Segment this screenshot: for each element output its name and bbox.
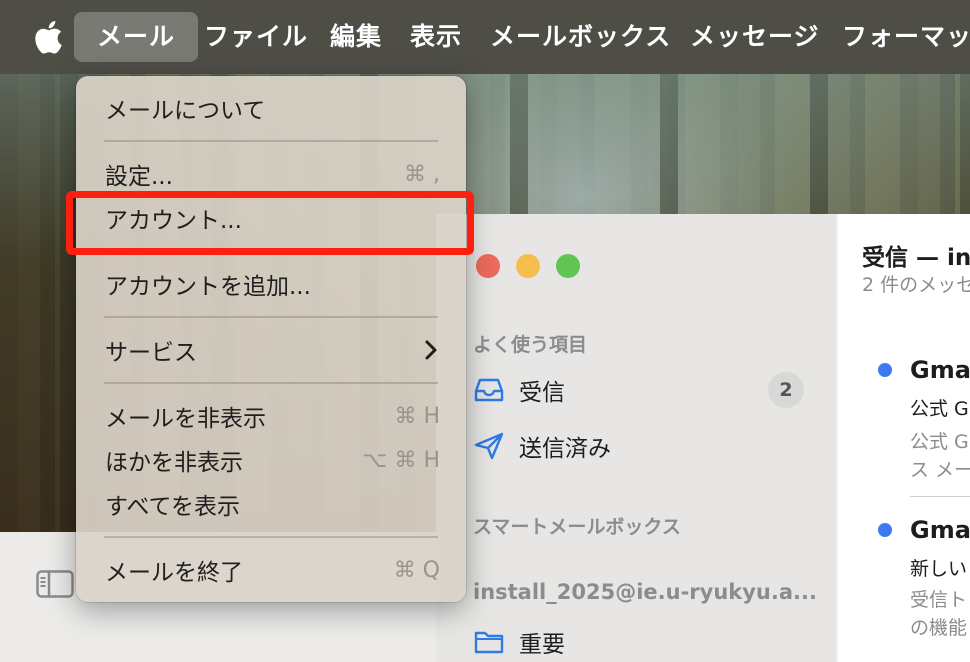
chevron-right-icon: [425, 340, 437, 360]
message-subject: 新しい: [910, 558, 968, 580]
menu-bar: メール ファイル 編集 表示 メールボックス メッセージ フォーマット: [0, 0, 970, 74]
menu-item-shortcut: ⌘ ,: [404, 161, 440, 187]
message-preview: の機能: [910, 617, 968, 639]
sidebar-toggle-icon[interactable]: [36, 570, 74, 598]
minimize-button[interactable]: [516, 254, 540, 278]
menubar-view[interactable]: 表示: [410, 12, 462, 62]
menu-item-label: ほかを非表示: [105, 450, 243, 476]
favorites-section-title: よく使う項目: [473, 334, 588, 356]
menubar-format[interactable]: フォーマット: [842, 12, 970, 62]
menubar-file[interactable]: ファイル: [204, 12, 308, 62]
sidebar-item-label: 重要: [519, 632, 565, 658]
message-count: 2 件のメッセ: [862, 274, 970, 296]
mail-window: よく使う項目 受信 2 送信済み スマートメールボックス install_202…: [436, 214, 970, 662]
mail-sidebar: よく使う項目 受信 2 送信済み スマートメールボックス install_202…: [436, 214, 836, 662]
folder-icon: [474, 631, 504, 654]
menu-item-settings[interactable]: 設定... ⌘ ,: [76, 154, 466, 194]
message-list-pane: 受信 — in 2 件のメッセ Gmai 公式 G 公式 G ス メー Gmai…: [838, 214, 970, 662]
menu-item-hide-others[interactable]: ほかを非表示 ⌥ ⌘ H: [76, 440, 466, 480]
sidebar-item-label: 受信: [519, 380, 565, 406]
sidebar-item-important[interactable]: 重要: [473, 622, 565, 662]
message-preview: 公式 G: [910, 431, 969, 453]
menu-item-about-mail[interactable]: メールについて: [76, 88, 466, 128]
message-subject: 公式 G: [910, 398, 969, 420]
menu-item-label: 設定...: [105, 164, 173, 190]
sidebar-item-label: 送信済み: [519, 436, 611, 462]
paper-plane-icon: [474, 432, 504, 460]
menu-item-label: メールを非表示: [105, 406, 266, 432]
message-sender[interactable]: Gmai: [910, 516, 970, 544]
message-preview: 受信ト: [910, 589, 968, 611]
menu-item-quit-mail[interactable]: メールを終了 ⌘ Q: [76, 550, 466, 590]
menubar-message[interactable]: メッセージ: [690, 12, 820, 62]
unread-dot-icon: [878, 523, 892, 537]
menu-item-add-account[interactable]: アカウントを追加...: [76, 264, 466, 304]
menu-item-services[interactable]: サービス: [76, 330, 466, 370]
menu-separator: [104, 536, 438, 538]
menu-item-shortcut: ⌘ H: [394, 403, 440, 429]
menu-item-label: サービス: [105, 340, 197, 366]
account-section-title: install_2025@ie.u-ryukyu.a...: [473, 580, 817, 604]
apple-logo-icon[interactable]: [33, 20, 63, 54]
menubar-edit[interactable]: 編集: [330, 12, 382, 62]
unread-dot-icon: [878, 363, 892, 377]
close-button[interactable]: [476, 254, 500, 278]
message-preview: ス メー: [910, 459, 970, 481]
inbox-tray-icon: [474, 378, 504, 402]
unread-count-badge: 2: [768, 372, 804, 408]
menu-separator: [104, 382, 438, 384]
sidebar-item-sent[interactable]: 送信済み: [473, 426, 611, 466]
smart-mailboxes-section-title: スマートメールボックス: [473, 516, 681, 538]
menu-item-shortcut: ⌘ Q: [393, 557, 440, 583]
menu-separator: [104, 316, 438, 318]
sidebar-item-inbox[interactable]: 受信: [473, 370, 565, 410]
menu-item-hide-mail[interactable]: メールを非表示 ⌘ H: [76, 396, 466, 436]
mailbox-title: 受信 — in: [862, 245, 970, 271]
message-sender[interactable]: Gmai: [910, 356, 970, 384]
menu-item-label: アカウントを追加...: [105, 274, 311, 300]
menu-item-label: すべてを表示: [105, 494, 241, 520]
menubar-mailbox[interactable]: メールボックス: [490, 12, 671, 62]
highlight-annotation-box: [66, 191, 474, 255]
menu-separator: [104, 140, 438, 142]
menu-item-label: メールについて: [105, 98, 266, 124]
mail-app-menu: メールについて 設定... ⌘ , アカウント... アカウントを追加... サ…: [76, 76, 466, 602]
zoom-button[interactable]: [556, 254, 580, 278]
menu-item-shortcut: ⌥ ⌘ H: [362, 447, 440, 473]
menu-item-label: メールを終了: [105, 560, 243, 586]
menu-item-show-all[interactable]: すべてを表示: [76, 484, 466, 524]
menubar-mail[interactable]: メール: [74, 12, 198, 62]
message-divider: [910, 496, 970, 497]
